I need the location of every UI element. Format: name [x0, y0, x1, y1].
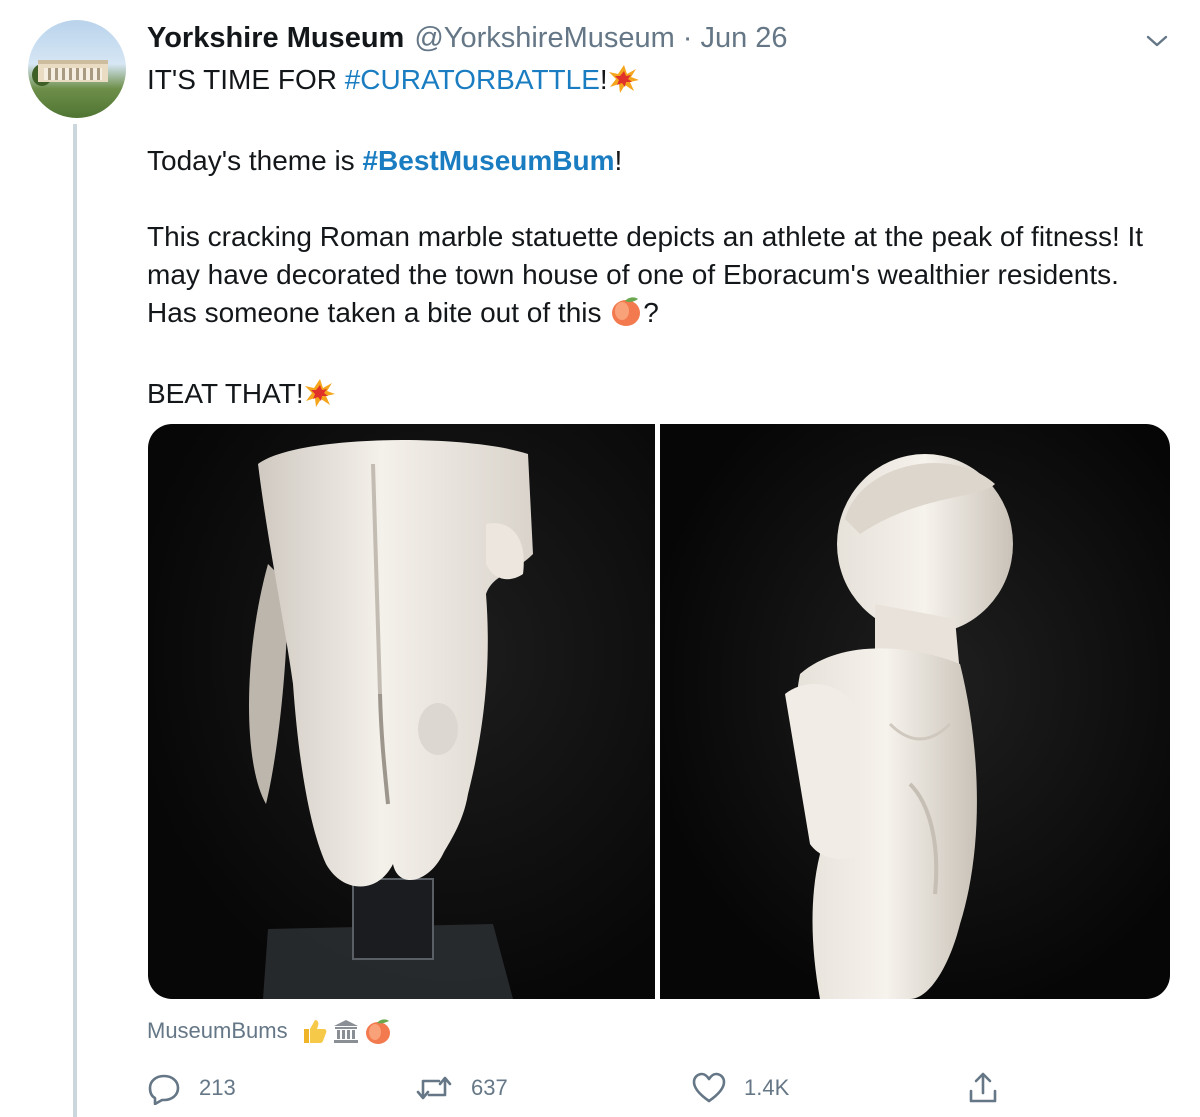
line1-prefix: IT'S TIME FOR — [147, 64, 345, 95]
peach-icon — [365, 1019, 390, 1044]
avatar-building — [38, 60, 108, 82]
more-options-button[interactable] — [1140, 26, 1174, 56]
display-name[interactable]: Yorkshire Museum — [147, 22, 404, 55]
paragraph-end: ? — [643, 297, 659, 328]
line1-suffix: ! — [599, 64, 608, 95]
like-button[interactable]: 1.4K — [692, 1072, 789, 1104]
thread-line — [73, 124, 77, 1117]
statue-side-photo[interactable] — [660, 424, 1170, 999]
separator-dot: · — [682, 21, 693, 54]
tweet-line-1: IT'S TIME FOR #CURATORBATTLE! — [147, 61, 1147, 104]
retweet-count: 637 — [471, 1075, 508, 1100]
tweet-media — [148, 424, 1170, 999]
statue-side-illustration — [785, 454, 1013, 999]
retweet-icon — [416, 1076, 452, 1100]
chevron-down-icon — [1146, 35, 1168, 47]
tweet-date[interactable]: Jun 26 — [700, 22, 787, 55]
tweet-line-2: Today's theme is #BestMuseumBum! — [147, 142, 1147, 180]
retweet-button[interactable]: 637 — [415, 1073, 508, 1103]
statue-back-illustration — [248, 440, 533, 999]
reply-button[interactable]: 213 — [147, 1071, 236, 1105]
classical-building-icon — [333, 1020, 358, 1043]
attribution-label[interactable]: MuseumBums — [147, 1018, 288, 1044]
peach-icon — [609, 295, 643, 337]
tweet-closing: BEAT THAT! — [147, 375, 1147, 418]
collision-icon — [304, 378, 336, 418]
tweet: Yorkshire Museum @YorkshireMuseum · Jun … — [0, 0, 1200, 1117]
tweet-header: Yorkshire Museum @YorkshireMuseum · Jun … — [147, 18, 788, 58]
user-handle[interactable]: @YorkshireMuseum — [414, 22, 674, 55]
share-icon — [969, 1072, 997, 1103]
attribution-icons — [300, 1017, 392, 1045]
avatar[interactable] — [28, 20, 126, 118]
attribution: MuseumBums — [147, 1012, 392, 1050]
share-button[interactable] — [967, 1071, 999, 1105]
heart-icon — [692, 1072, 726, 1103]
closing-text: BEAT THAT! — [147, 378, 304, 409]
collision-icon — [608, 64, 640, 104]
tweet-text: IT'S TIME FOR #CURATORBATTLE! Today's th… — [147, 61, 1147, 418]
tweet-paragraph: This cracking Roman marble statuette dep… — [147, 218, 1147, 337]
reply-icon — [148, 1074, 180, 1105]
line2-prefix: Today's theme is — [147, 145, 363, 176]
statue-back-photo[interactable] — [148, 424, 655, 999]
hashtag-bestmuseumbum[interactable]: #BestMuseumBum — [362, 145, 614, 176]
tweet-actions: 213 637 1.4K — [147, 1066, 1017, 1110]
hashtag-curatorbattle[interactable]: #CURATORBATTLE — [345, 64, 600, 95]
thumbs-up-icon — [303, 1020, 326, 1043]
line2-suffix: ! — [614, 145, 623, 176]
like-count: 1.4K — [744, 1075, 790, 1100]
reply-count: 213 — [199, 1075, 236, 1100]
